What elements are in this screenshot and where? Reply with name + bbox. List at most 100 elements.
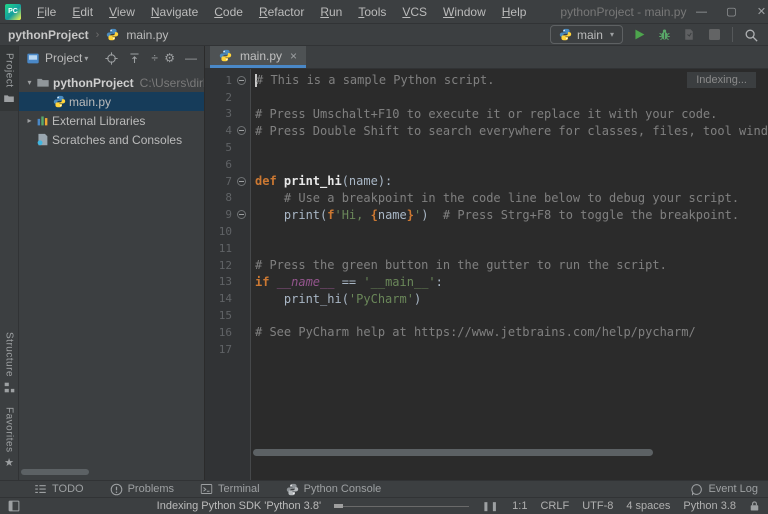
tool-window-button-label: TODO — [52, 483, 84, 495]
breadcrumb-project[interactable]: pythonProject — [8, 28, 89, 42]
menu-view[interactable]: View — [101, 3, 143, 21]
collapse-all-icon[interactable] — [128, 52, 141, 65]
minimize-button[interactable]: — — [686, 0, 716, 23]
project-horizontal-scrollbar[interactable] — [21, 469, 89, 475]
stripe-tab-structure[interactable]: Structure — [0, 325, 18, 400]
tool-window-button-todo[interactable]: TODO — [34, 483, 84, 495]
expand-collapse-icon[interactable]: ÷ — [151, 52, 158, 64]
fold-gutter — [232, 75, 251, 85]
editor-horizontal-scrollbar[interactable] — [253, 449, 653, 456]
interpreter-widget[interactable]: Python 3.8 — [683, 500, 736, 512]
line-number: 9 — [225, 208, 232, 222]
menu-navigate[interactable]: Navigate — [143, 3, 206, 21]
maximize-button[interactable]: ▢ — [716, 0, 746, 23]
code-line-7[interactable]: 7 def print_hi(name): — [205, 173, 768, 190]
menu-edit[interactable]: Edit — [64, 3, 101, 21]
chevron-right-icon: ▸ — [27, 116, 32, 125]
tree-item-external-libraries[interactable]: ▸ External Libraries — [19, 111, 204, 130]
code-line-16[interactable]: 16 # See PyCharm help at https://www.jetb… — [205, 324, 768, 341]
run-toolbar: main ▾ — [549, 25, 760, 44]
code-line-5[interactable]: 5 — [205, 139, 768, 156]
tree-item-main-py[interactable]: main.py — [19, 92, 204, 111]
event-log-button[interactable]: Event Log — [690, 483, 758, 496]
fold-icon[interactable] — [237, 75, 246, 85]
breadcrumb-file[interactable]: main.py — [106, 28, 168, 42]
python-icon — [559, 28, 572, 41]
line-number: 14 — [218, 292, 232, 306]
left-tool-window-stripe: Project Structure Favorites ★ — [0, 46, 19, 480]
code-text: print_hi('PyCharm') — [255, 291, 422, 306]
code-line-1[interactable]: 1 # This is a sample Python script. — [205, 72, 768, 89]
menubar: File Edit View Navigate Code Refactor Run Tools… — [29, 3, 534, 21]
debug-button[interactable] — [655, 26, 673, 44]
fold-gutter — [232, 176, 251, 186]
code-line-6[interactable]: 6 — [205, 156, 768, 173]
stripe-tab-project[interactable]: Project — [0, 46, 18, 111]
tree-item-pythonproject[interactable]: ▾ pythonProject C:\Users\dirkk\Pyc — [19, 73, 204, 92]
status-message: Indexing Python SDK 'Python 3.8' — [156, 500, 322, 512]
todo-icon — [34, 483, 47, 495]
code-line-13[interactable]: 13 if __name__ == '__main__': — [205, 274, 768, 291]
close-tab-icon[interactable]: × — [290, 49, 297, 63]
tool-window-toggle-icon[interactable] — [8, 500, 20, 512]
indent-widget[interactable]: 4 spaces — [626, 500, 670, 512]
close-button[interactable]: ✕ — [746, 0, 768, 23]
code-line-3[interactable]: 3 # Press Umschalt+F10 to execute it or r… — [205, 106, 768, 123]
settings-icon[interactable]: ⚙ — [164, 52, 175, 64]
code-line-10[interactable]: 10 — [205, 223, 768, 240]
menu-tools[interactable]: Tools — [350, 3, 394, 21]
line-number: 13 — [218, 275, 232, 289]
chevron-down-icon: ▾ — [27, 78, 32, 87]
run-with-coverage-button[interactable] — [680, 26, 698, 44]
line-ending-widget[interactable]: CRLF — [540, 500, 569, 512]
code-line-9[interactable]: 9 print(f'Hi, {name}') # Press Strg+F8 t… — [205, 206, 768, 223]
code-text: if __name__ == '__main__': — [255, 274, 443, 289]
window-title: pythonProject - main.py — [560, 4, 687, 19]
tool-window-button-terminal[interactable]: Terminal — [200, 483, 260, 495]
editor-tab-mainpy[interactable]: main.py × — [210, 46, 307, 68]
menu-vcs[interactable]: VCS — [394, 3, 435, 21]
run-configuration-select[interactable]: main ▾ — [549, 25, 623, 44]
code-text: # Press Umschalt+F10 to execute it or re… — [255, 106, 718, 121]
code-line-8[interactable]: 8 # Use a breakpoint in the code line be… — [205, 190, 768, 207]
fold-icon[interactable] — [237, 176, 246, 186]
tree-item-label: External Libraries — [52, 113, 146, 128]
code-line-11[interactable]: 11 — [205, 240, 768, 257]
project-view-dropdown[interactable]: Project ▾ — [45, 51, 88, 65]
locate-file-icon[interactable] — [105, 51, 118, 65]
lock-icon[interactable] — [749, 500, 760, 512]
code-line-12[interactable]: 12 # Press the green button in the gutter… — [205, 257, 768, 274]
caret-position-widget[interactable]: 1:1 — [512, 500, 527, 512]
tool-window-button-python-console[interactable]: Python Console — [286, 483, 381, 496]
fold-icon[interactable] — [237, 210, 246, 220]
line-number: 11 — [218, 241, 232, 255]
code-line-2[interactable]: 2 — [205, 89, 768, 106]
search-everywhere-button[interactable] — [742, 26, 760, 44]
tool-window-button-problems[interactable]: Problems — [110, 483, 174, 496]
menu-window[interactable]: Window — [435, 3, 494, 21]
menu-help[interactable]: Help — [494, 3, 535, 21]
stripe-tab-label: Project — [3, 53, 15, 88]
menu-refactor[interactable]: Refactor — [251, 3, 312, 21]
line-number: 17 — [218, 342, 232, 356]
menu-code[interactable]: Code — [206, 3, 251, 21]
code-editor[interactable]: 1 # This is a sample Python script. 2 3 # Pr… — [205, 69, 768, 480]
stop-button[interactable] — [705, 26, 723, 44]
tree-item-scratches-and-consoles[interactable]: Scratches and Consoles — [19, 130, 204, 149]
line-number: 5 — [225, 141, 232, 155]
run-button[interactable] — [630, 26, 648, 44]
code-line-14[interactable]: 14 print_hi('PyCharm') — [205, 290, 768, 307]
pause-indexing-icon[interactable]: ❚❚ — [482, 501, 499, 512]
tree-item-path: C:\Users\dirkk\Pyc — [139, 75, 204, 90]
line-number: 1 — [225, 73, 232, 87]
fold-icon[interactable] — [237, 126, 246, 136]
encoding-widget[interactable]: UTF-8 — [582, 500, 613, 512]
stripe-tab-favorites[interactable]: Favorites ★ — [0, 400, 18, 476]
menu-file[interactable]: File — [29, 3, 64, 21]
code-line-17[interactable]: 17 — [205, 341, 768, 358]
code-line-15[interactable]: 15 — [205, 307, 768, 324]
tree-item-label: main.py — [69, 94, 112, 109]
code-line-4[interactable]: 4 # Press Double Shift to search everywhe… — [205, 122, 768, 139]
hide-panel-icon[interactable]: — — [185, 52, 197, 64]
menu-run[interactable]: Run — [312, 3, 350, 21]
